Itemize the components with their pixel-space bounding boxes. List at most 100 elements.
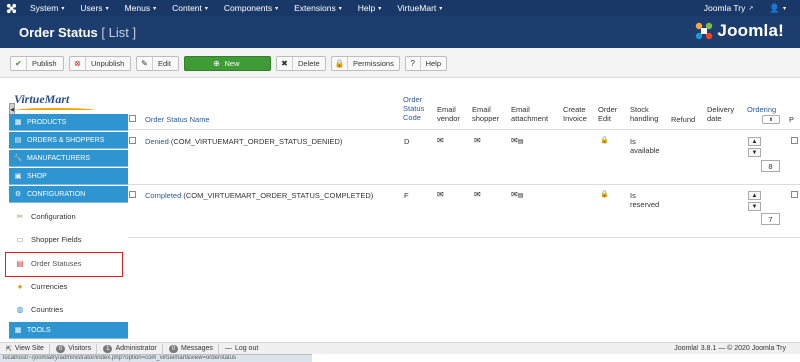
email-attachment-icon[interactable]: ✉▤: [511, 136, 523, 145]
chevron-down-icon: ▾: [153, 5, 157, 12]
move-up-button[interactable]: ▲: [748, 137, 761, 146]
row-divider: [128, 184, 800, 185]
chevron-down-icon: ▾: [275, 5, 279, 12]
check-icon: ✔: [11, 57, 27, 70]
row-divider: [128, 237, 800, 238]
delete-button[interactable]: ✖ Delete: [276, 56, 326, 71]
chevron-down-icon: ▾: [204, 5, 208, 12]
sidebar: VirtueMart ◀ ▦ PRODUCTS ▤ ORDERS & SHOPPER…: [0, 78, 128, 342]
table-row-name: Denied (COM_VIRTUEMART_ORDER_STATUS_DENI…: [145, 137, 343, 146]
minus-icon: —: [224, 345, 232, 352]
header-ordering[interactable]: Ordering: [747, 105, 776, 114]
help-button[interactable]: ? Help: [405, 56, 447, 71]
menu-system[interactable]: System ▾: [22, 0, 72, 16]
sidebar-section-tools[interactable]: ▦ TOOLS: [9, 322, 128, 339]
user-icon: 👤: [769, 2, 780, 13]
lock-icon: 🔒: [600, 137, 609, 144]
visitors-count: 0 Visitors: [55, 343, 98, 354]
version-text: Joomla! 3.8.1 — © 2020 Joomla Try: [674, 345, 786, 352]
toolbar: ✔ Publish ⊗ Unpublish ✎ Edit ⊕ New ✖ Del…: [0, 48, 800, 78]
page-title: Order Status [ List ]: [19, 25, 137, 40]
header-stock-handling: Stock handling: [630, 105, 659, 123]
view-site-link[interactable]: ⇱ View Site: [6, 343, 50, 354]
status-name-link[interactable]: Completed: [145, 191, 181, 200]
header-name[interactable]: Order Status Name: [145, 115, 210, 124]
menu-users[interactable]: Users ▾: [72, 0, 116, 16]
menu-menus[interactable]: Menus ▾: [117, 0, 165, 16]
menu-help[interactable]: Help ▾: [350, 0, 390, 16]
logout-link[interactable]: — Log out: [225, 344, 263, 354]
header-email-attachment: Email attachment: [511, 105, 549, 123]
joomla-logo-icon[interactable]: [0, 0, 22, 16]
row-checkbox[interactable]: [129, 137, 136, 144]
menu-content[interactable]: Content ▾: [164, 0, 216, 16]
form-icon: ▭: [16, 235, 24, 244]
row-cut-checkbox[interactable]: [791, 137, 798, 144]
lock-icon: 🔒: [332, 57, 348, 70]
sidebar-item-shopper-fields[interactable]: ▭ Shopper Fields: [9, 228, 128, 251]
edit-button[interactable]: ✎ Edit: [136, 56, 179, 71]
config-icon: ✂: [16, 212, 24, 221]
globe-icon: ◍: [16, 305, 24, 314]
chevron-down-icon: ▾: [61, 5, 65, 12]
sidebar-section-orders[interactable]: ▤ ORDERS & SHOPPERS: [9, 132, 128, 149]
sidebar-section-manufacturers[interactable]: 🔧 MANUFACTURERS: [9, 150, 128, 167]
chevron-down-icon: ▾: [338, 5, 342, 12]
chevron-down-icon: ▾: [105, 5, 109, 12]
header-email-vendor: Email vendor: [437, 105, 460, 123]
ordering-sort-select[interactable]: ⬍: [762, 115, 780, 124]
menu-components[interactable]: Components ▾: [216, 0, 286, 16]
email-shopper-icon[interactable]: ✉: [474, 136, 481, 145]
joomla-brand: Joomla!: [694, 21, 784, 41]
user-menu[interactable]: 👤 ▾: [761, 0, 800, 16]
email-vendor-icon[interactable]: ✉: [437, 136, 444, 145]
chevron-down-icon: ▾: [378, 5, 382, 12]
menu-virtuemart[interactable]: VirtueMart ▾: [389, 0, 450, 16]
edit-icon: ✎: [137, 57, 153, 70]
shop-icon: ▣: [14, 173, 22, 180]
ordering-input[interactable]: 8: [761, 160, 780, 172]
sidebar-section-shop[interactable]: ▣ SHOP: [9, 168, 128, 185]
sidebar-section-products[interactable]: ▦ PRODUCTS: [9, 114, 128, 131]
question-icon: ?: [406, 57, 421, 70]
sidebar-item-currencies[interactable]: ● Currencies: [9, 275, 128, 298]
site-name-link[interactable]: Joomla Try ↗: [696, 0, 762, 16]
email-vendor-icon[interactable]: ✉: [437, 190, 444, 199]
messages-count[interactable]: 0 Messages: [168, 343, 219, 354]
external-link-icon: ↗: [748, 5, 754, 12]
sidebar-section-configuration[interactable]: ⚙ CONFIGURATION: [9, 186, 128, 203]
wrench-icon: 🔧: [13, 155, 23, 162]
row-checkbox[interactable]: [129, 191, 136, 198]
row-code: F: [404, 191, 409, 200]
virtuemart-logo: VirtueMart: [14, 92, 114, 114]
row-code: D: [404, 137, 410, 146]
menu-extensions[interactable]: Extensions ▾: [286, 0, 350, 16]
ordering-input[interactable]: 7: [761, 213, 780, 225]
publish-button[interactable]: ✔ Publish: [10, 56, 64, 71]
row-cut-checkbox[interactable]: [791, 191, 798, 198]
email-attachment-icon[interactable]: ✉▤: [511, 190, 523, 199]
status-bar: ⇱ View Site 0 Visitors 1 Administrator 0 Me…: [0, 342, 800, 354]
move-down-button[interactable]: ▼: [748, 202, 761, 211]
header-delivery-date: Delivery date: [707, 105, 735, 123]
move-up-button[interactable]: ▲: [748, 191, 761, 200]
gear-icon: ⚙: [14, 191, 22, 198]
title-bar: Order Status [ List ] Joomla!: [0, 16, 800, 48]
header-code[interactable]: Order Status Code: [403, 95, 424, 122]
permissions-button[interactable]: 🔒 Permissions: [331, 56, 400, 71]
email-shopper-icon[interactable]: ✉: [474, 190, 481, 199]
status-name-link[interactable]: Denied: [145, 137, 169, 146]
select-all-checkbox[interactable]: [129, 115, 136, 122]
sidebar-item-configuration[interactable]: ✂ Configuration: [9, 205, 128, 228]
move-down-button[interactable]: ▼: [748, 148, 761, 157]
highlight-box: [5, 252, 123, 277]
admin-count: 1 Administrator: [103, 343, 163, 354]
sidebar-item-countries[interactable]: ◍ Countries: [9, 298, 128, 321]
header-email-shopper: Email shopper: [472, 105, 500, 123]
unpublish-button[interactable]: ⊗ Unpublish: [69, 56, 131, 71]
new-button[interactable]: ⊕ New: [184, 56, 271, 71]
row-stock: Is reserved: [630, 191, 660, 209]
plus-icon: ⊕: [213, 59, 220, 68]
coins-icon: ●: [17, 282, 23, 291]
chevron-down-icon: ▾: [439, 5, 443, 12]
